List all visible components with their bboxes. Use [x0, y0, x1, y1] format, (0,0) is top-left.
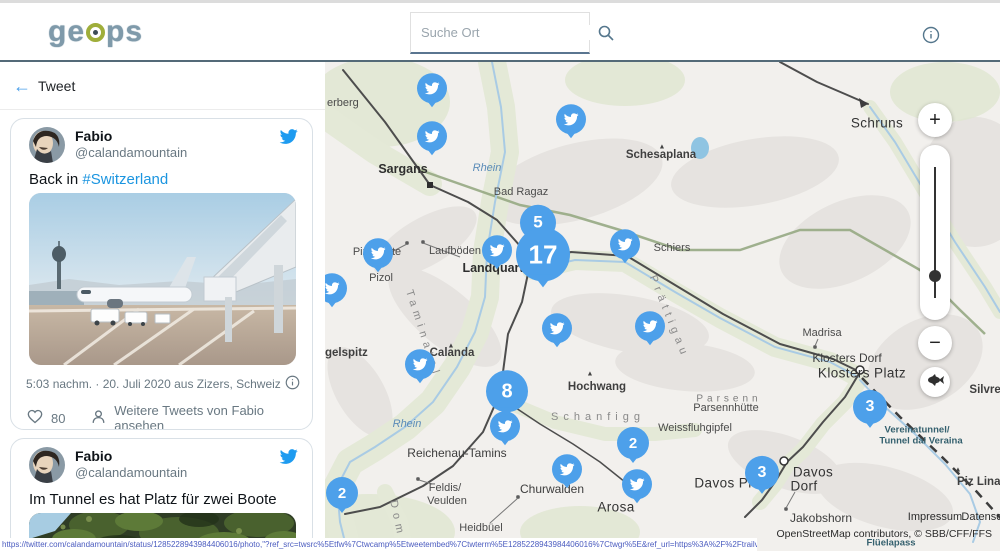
cluster-count: 17 [516, 227, 570, 281]
logo-o-icon [86, 23, 105, 42]
cluster-marker[interactable]: 8 [486, 370, 528, 423]
like-icon[interactable] [27, 409, 43, 427]
cluster-count: 8 [486, 370, 528, 412]
tweet-info-icon[interactable] [285, 375, 300, 395]
map-label: Schesaplana [626, 149, 696, 161]
panel-title: Tweet [38, 78, 75, 94]
cluster-marker[interactable]: 2 [326, 477, 358, 520]
map-label: Veulden [427, 495, 467, 507]
map-label: ▲ [448, 343, 455, 350]
tweet-photo[interactable] [29, 193, 296, 365]
map-label: Silvret [969, 384, 1000, 396]
map-link[interactable]: Datenschutz [961, 511, 1000, 523]
map-label: Parsennhütte [693, 402, 758, 414]
cluster-marker[interactable]: 3 [853, 390, 887, 435]
fish-icon [926, 373, 944, 391]
tweet-pin[interactable] [635, 311, 665, 352]
tweet-pin[interactable] [363, 238, 393, 279]
zoom-slider[interactable] [920, 145, 950, 320]
zoom-in-button[interactable]: + [918, 103, 952, 137]
map-label: Vereinatunnel/ [885, 425, 950, 436]
map-label: Dorf [790, 479, 817, 494]
tweet-pin[interactable] [405, 349, 435, 390]
map-label: ▲ [659, 144, 666, 151]
like-count: 80 [51, 411, 65, 426]
panel-header: ← Tweet [0, 62, 325, 110]
tweet-author-name[interactable]: Fabio [75, 448, 112, 464]
map-label: Klosters Platz [818, 366, 906, 381]
map-label: Klosters Dorf [812, 351, 881, 365]
info-icon [922, 26, 940, 44]
map-label: Feldis/ [429, 482, 461, 494]
fish-layer-button[interactable] [920, 367, 950, 397]
tweet-pin[interactable] [552, 454, 582, 495]
cluster-marker[interactable]: 3 [745, 456, 779, 501]
map-label: Piz Linar [957, 476, 1000, 488]
map-label: Davos Pl [694, 476, 751, 491]
map-label: Heidbüel [459, 522, 502, 534]
tweet-pin[interactable] [542, 313, 572, 354]
search-icon[interactable] [597, 24, 615, 42]
map-label: ▲ [955, 467, 962, 474]
hashtag-link[interactable]: #Switzerland [82, 171, 168, 188]
map-label: Davos [793, 465, 833, 480]
map-label: Jakobshorn [790, 511, 852, 525]
tweet-pin[interactable] [417, 73, 447, 114]
back-arrow-icon[interactable]: ← [13, 76, 31, 97]
tweet-author-name[interactable]: Fabio [75, 128, 112, 144]
person-icon[interactable] [91, 409, 106, 427]
map-label: gelspitz [325, 347, 368, 359]
map-label: Hochwang [568, 381, 626, 393]
map-label: Weissfluhgipfel [658, 422, 732, 434]
tweet-pin[interactable] [482, 235, 512, 276]
twitter-bird-icon[interactable] [279, 129, 298, 150]
cluster-marker[interactable]: 2 [617, 427, 649, 470]
map-label: Schiers [654, 242, 691, 254]
map-label: Tunnel dal Veraina [879, 436, 962, 447]
avatar[interactable] [29, 127, 65, 163]
status-bar-url: https://twitter.com/calandamountain/stat… [0, 538, 757, 551]
zoom-out-button[interactable]: − [918, 326, 952, 360]
map-label: Madrisa [802, 327, 841, 339]
map-canvas[interactable]: erberg Sargans Rhein Rhein Bad Ragaz Schruns S… [325, 62, 1000, 551]
trailview-app: erberg Sargans Rhein Rhein Bad Ragaz Schruns S… [0, 0, 1000, 551]
tweet-sidebar: ← Tweet Fabio @calandamountain Back in #… [0, 62, 325, 551]
zoom-slider-handle[interactable] [929, 270, 941, 282]
tweet-pin[interactable] [610, 229, 640, 270]
map-label: Bad Ragaz [494, 186, 548, 198]
tweet-timestamp: 5:03 nachm. · 20. Juli 2020 aus Zizers, … [26, 377, 281, 391]
tweet-actions: 80 Weitere Tweets von Fabio ansehen [27, 403, 312, 430]
info-button[interactable] [922, 26, 940, 44]
map-link[interactable]: Impressum [908, 511, 962, 523]
top-strip [0, 0, 1000, 3]
tweet-pin[interactable] [556, 104, 586, 145]
map-label: erberg [327, 97, 359, 109]
map-label: ▲ [587, 371, 594, 378]
header-bar: geps [0, 0, 1000, 62]
search-box[interactable] [410, 12, 590, 54]
map-label: Rhein [473, 162, 502, 174]
tweet-author-handle[interactable]: @calandamountain [75, 465, 187, 480]
tweet-text: Im Tunnel es hat Platz für zwei Boote [29, 491, 277, 508]
search-input[interactable] [421, 25, 597, 40]
tweet-text: Back in #Switzerland [29, 171, 168, 188]
tweet-pin[interactable] [417, 121, 447, 162]
avatar[interactable] [29, 447, 65, 483]
map-attribution: OpenStreetMap contributors, © SBB/CFF/FF… [777, 528, 992, 540]
tweet-card[interactable]: Fabio @calandamountain Im Tunnel es hat … [10, 438, 313, 551]
map-label: Rhein [393, 418, 422, 430]
map-label: Sargans [378, 162, 427, 176]
map-label: Schruns [851, 116, 903, 131]
map-label: Laufböden [429, 245, 481, 257]
tweet-author-handle[interactable]: @calandamountain [75, 145, 187, 160]
geops-logo[interactable]: geps [48, 15, 143, 49]
tweet-pin[interactable] [325, 273, 347, 314]
more-tweets-link[interactable]: Weitere Tweets von Fabio ansehen [114, 403, 312, 430]
twitter-bird-icon[interactable] [279, 449, 298, 470]
tweet-card[interactable]: Fabio @calandamountain Back in #Switzerl… [10, 118, 313, 430]
tweet-pin[interactable] [622, 469, 652, 510]
cluster-marker[interactable]: 17 [516, 227, 570, 297]
map-label: Schanfigg [551, 411, 645, 423]
